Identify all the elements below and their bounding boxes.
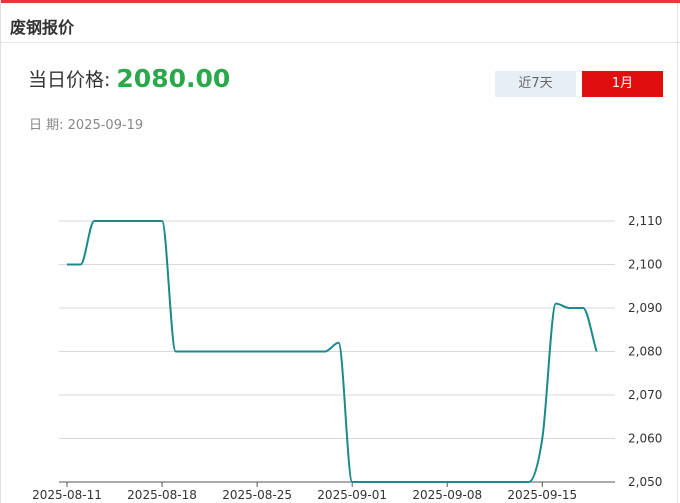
x-tick-label: 2025-08-11 <box>32 488 102 502</box>
x-tick-label: 2025-09-08 <box>412 488 482 502</box>
price-panel: 废钢报价 当日价格: 2080.00 日 期: 2025-09-19 近7天 1月… <box>0 0 680 503</box>
y-tick-label: 2,070 <box>628 388 662 402</box>
y-tick-label: 2,050 <box>628 475 662 489</box>
x-tick-label: 2025-09-15 <box>507 488 577 502</box>
price-line-chart: 2,050 2,060 2,070 2,080 2,090 2,100 2,110 2025-… <box>32 214 662 502</box>
y-tick-label: 2,110 <box>628 214 662 228</box>
x-tick-label: 2025-08-18 <box>127 488 197 502</box>
x-tick-label: 2025-08-25 <box>222 488 292 502</box>
y-tick-label: 2,100 <box>628 258 662 272</box>
y-tick-label: 2,080 <box>628 345 662 359</box>
x-tick-label: 2025-09-01 <box>317 488 387 502</box>
y-tick-label: 2,060 <box>628 432 662 446</box>
y-tick-label: 2,090 <box>628 301 662 315</box>
